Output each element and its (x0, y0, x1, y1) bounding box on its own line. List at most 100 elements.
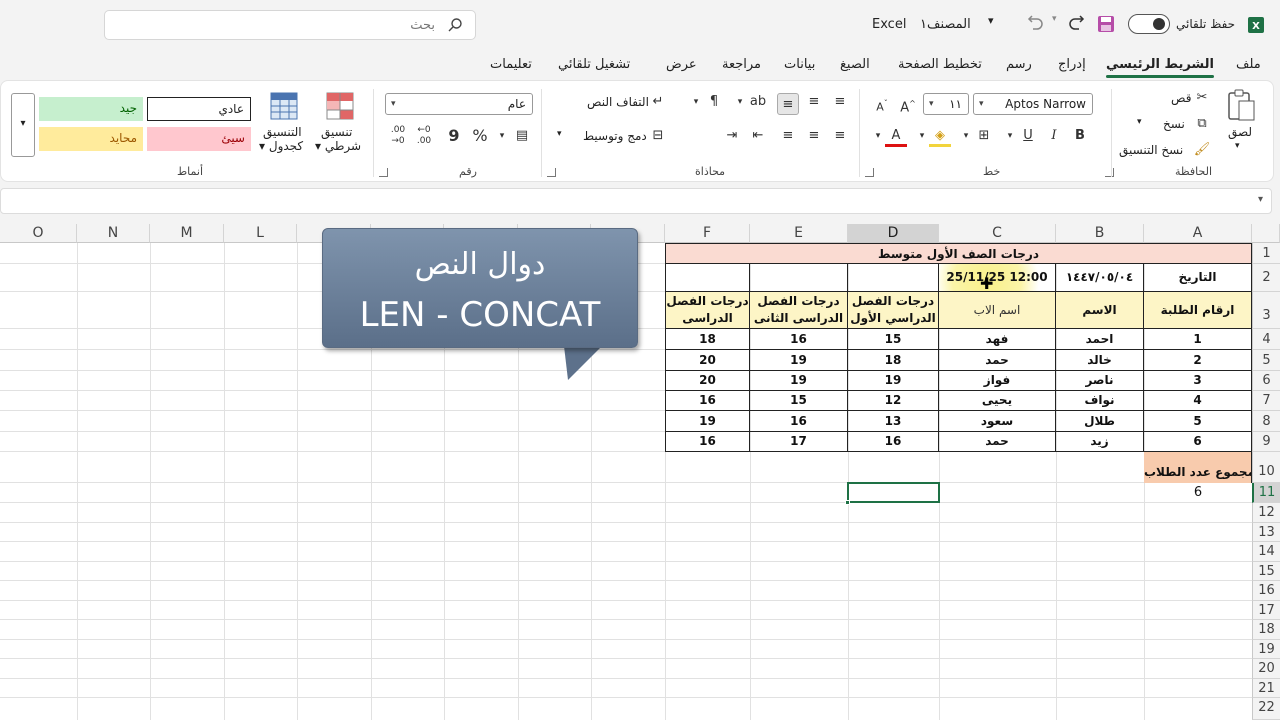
date-label-cell[interactable]: التاريخ (1144, 264, 1252, 292)
column-header-e[interactable]: E (750, 224, 848, 243)
table-cell[interactable]: 13 (848, 411, 939, 432)
increase-indent-icon[interactable]: ⇥ (721, 125, 743, 147)
customize-toolbar-icon[interactable]: ▾ (988, 14, 1008, 34)
row-header[interactable]: 5 (1252, 350, 1280, 371)
undo-icon[interactable] (1026, 14, 1046, 34)
student-count-label[interactable]: مجموع عدد الطلاب (1144, 452, 1252, 483)
row-header[interactable]: 1 (1252, 243, 1280, 264)
table-cell[interactable]: 19 (665, 411, 750, 432)
table-cell[interactable]: نواف (1056, 391, 1144, 411)
column-header-l[interactable]: L (224, 224, 297, 243)
table-cell[interactable]: سعود (939, 411, 1056, 432)
table-cell[interactable]: 2 (1144, 350, 1252, 371)
paste-label[interactable]: لصق (1228, 125, 1252, 139)
tab-formulas[interactable]: الصيغ (840, 57, 870, 72)
table-cell[interactable]: 19 (848, 371, 939, 391)
italic-button[interactable]: I (1043, 125, 1065, 147)
table-cell[interactable]: 5 (1144, 411, 1252, 432)
paste-dropdown-icon[interactable]: ▾ (1235, 141, 1240, 151)
table-cell[interactable]: 20 (665, 371, 750, 391)
fill-handle[interactable] (845, 500, 850, 505)
table-cell[interactable]: طلال (1056, 411, 1144, 432)
expand-formula-bar-icon[interactable]: ▾ (1258, 194, 1263, 205)
accounting-format-icon[interactable]: ▤ (511, 125, 533, 147)
column-header-m[interactable]: M (150, 224, 224, 243)
clipboard-launcher-icon[interactable] (1105, 168, 1114, 177)
column-header-d[interactable]: D (848, 224, 939, 243)
tab-insert[interactable]: إدراج (1058, 57, 1086, 72)
row-header[interactable]: 6 (1252, 371, 1280, 391)
header-father-name[interactable]: اسم الاب (939, 292, 1056, 329)
tab-review[interactable]: مراجعة (722, 57, 761, 72)
sheet-title-cell[interactable]: درجات الصف الأول متوسط (665, 243, 1252, 264)
font-size-select[interactable]: ▾ ١١ (923, 93, 969, 115)
table-cell[interactable]: 16 (665, 432, 750, 452)
align-center-icon[interactable]: ≡ (803, 125, 825, 147)
row-header[interactable]: 17 (1252, 601, 1280, 620)
table-cell[interactable]: حمد (939, 350, 1056, 371)
cut-icon[interactable]: ✂ (1191, 87, 1213, 109)
row-header[interactable]: 22 (1252, 698, 1280, 720)
row-header[interactable]: 14 (1252, 542, 1280, 562)
search-box[interactable]: بحث (104, 10, 476, 40)
align-top-icon[interactable]: ≡ (829, 91, 851, 113)
row-header[interactable]: 9 (1252, 432, 1280, 452)
wrap-text-icon[interactable]: ↵ (647, 91, 669, 113)
header-term1[interactable]: درجات الفصل الدراسي الأول (848, 292, 939, 329)
column-header-o[interactable]: O (0, 224, 77, 243)
conditional-formatting-label-1[interactable]: تنسيق (321, 125, 352, 139)
style-neutral[interactable]: محايد (39, 127, 143, 151)
number-format-select[interactable]: ▾ عام (385, 93, 533, 115)
alignment-launcher-icon[interactable] (547, 168, 556, 177)
align-left-icon[interactable]: ≡ (777, 125, 799, 147)
table-cell[interactable]: 19 (750, 371, 848, 391)
tab-help[interactable]: تعليمات (490, 57, 532, 72)
increase-font-icon[interactable]: A^ (897, 93, 919, 115)
row-header[interactable]: 15 (1252, 562, 1280, 581)
row-header[interactable]: 20 (1252, 659, 1280, 679)
conditional-formatting-label-2[interactable]: ▾ شرطي (315, 139, 361, 153)
style-normal[interactable]: عادي (147, 97, 251, 121)
table-cell[interactable]: 16 (665, 391, 750, 411)
tab-home[interactable]: الشريط الرئيسي (1106, 57, 1214, 78)
table-cell[interactable]: 3 (1144, 371, 1252, 391)
tab-data[interactable]: بيانات (784, 57, 815, 72)
table-cell[interactable]: يحيى (939, 391, 1056, 411)
increase-decimal-icon[interactable]: ←0.00 (413, 125, 435, 147)
align-bottom-icon[interactable]: ≡ (777, 93, 799, 115)
copy-label[interactable]: نسخ (1163, 117, 1185, 131)
format-as-table-icon[interactable] (269, 91, 299, 121)
text-direction-dropdown-icon[interactable]: ▾ (685, 91, 707, 113)
table-cell[interactable]: ناصر (1056, 371, 1144, 391)
number-launcher-icon[interactable] (379, 168, 388, 177)
merge-dropdown-icon[interactable]: ▾ (557, 129, 562, 139)
row-header[interactable]: 18 (1252, 620, 1280, 640)
column-header-c[interactable]: C (939, 224, 1056, 243)
decrease-font-icon[interactable]: Aˇ (871, 93, 893, 115)
empty-cell[interactable] (750, 264, 848, 292)
select-all-corner[interactable] (1252, 224, 1280, 243)
align-right-icon[interactable]: ≡ (829, 125, 851, 147)
save-icon[interactable] (1096, 14, 1116, 34)
tab-file[interactable]: ملف (1236, 57, 1261, 72)
row-header[interactable]: 12 (1252, 503, 1280, 523)
align-middle-icon[interactable]: ≡ (803, 91, 825, 113)
table-cell[interactable]: 16 (848, 432, 939, 452)
column-header-b[interactable]: B (1056, 224, 1144, 243)
merge-center-label[interactable]: دمج وتوسيط (583, 129, 647, 143)
font-family-select[interactable]: ▾ Aptos Narrow (973, 93, 1093, 115)
cut-label[interactable]: قص (1171, 91, 1191, 105)
table-cell[interactable]: 18 (848, 350, 939, 371)
table-cell[interactable]: 15 (750, 391, 848, 411)
column-header-f[interactable]: F (665, 224, 750, 243)
column-header-n[interactable]: N (77, 224, 150, 243)
row-header[interactable]: 21 (1252, 679, 1280, 698)
datetime-cell[interactable]: 25/11/25 12:00 (939, 264, 1056, 292)
decrease-indent-icon[interactable]: ⇤ (747, 125, 769, 147)
tab-draw[interactable]: رسم (1006, 57, 1032, 72)
table-cell[interactable]: 19 (750, 350, 848, 371)
font-launcher-icon[interactable] (865, 168, 874, 177)
format-painter-label[interactable]: نسخ التنسيق (1119, 143, 1183, 157)
hijri-date-cell[interactable]: ١٤٤٧/٠٥/٠٤ (1056, 264, 1144, 292)
autosave-toggle[interactable] (1128, 14, 1170, 34)
